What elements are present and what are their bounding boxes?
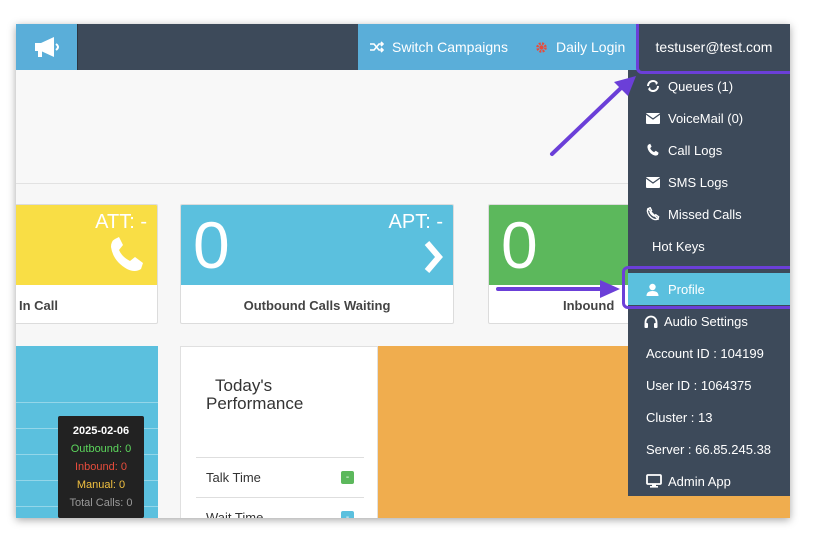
annotation-arrows (496, 76, 636, 298)
arrow-to-user-menu (550, 76, 636, 156)
arrow-to-profile (496, 280, 620, 298)
app-window: Switch Campaigns Daily Login testuser@te… (16, 24, 790, 518)
